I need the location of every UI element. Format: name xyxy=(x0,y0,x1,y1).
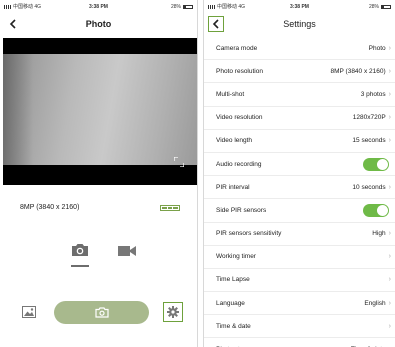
back-button[interactable] xyxy=(208,16,224,32)
settings-list: Camera mode Photo › Photo resolution 8MP (38… xyxy=(204,37,395,347)
settings-row[interactable]: PIR sensors sensitivity High › xyxy=(204,223,395,246)
gear-icon xyxy=(167,306,179,318)
settings-row[interactable]: PIR interval 10 seconds › xyxy=(204,176,395,200)
shutter-button[interactable] xyxy=(54,301,149,324)
camera-icon xyxy=(94,307,109,318)
page-title: Settings xyxy=(283,19,316,29)
settings-row-value: › xyxy=(386,276,391,283)
toggle-switch[interactable] xyxy=(363,203,389,217)
page-title: Photo xyxy=(85,19,112,29)
nav-bar: Photo xyxy=(0,13,197,35)
settings-row-value: High › xyxy=(372,230,391,237)
settings-screen: 中国移动 4G 3:38 PM 28% Settings Camera mode… xyxy=(203,0,395,347)
settings-row-label: Time Lapse xyxy=(216,276,250,284)
settings-row-label: PIR interval xyxy=(216,183,250,191)
settings-row-label: Photo resolution xyxy=(216,67,263,75)
settings-row[interactable]: Photo stampTime & date› xyxy=(204,338,395,347)
battery-icon xyxy=(381,4,391,9)
settings-row-label: PIR sensors sensitivity xyxy=(216,230,282,238)
settings-value-text: High xyxy=(372,230,386,238)
settings-value-text: 15 seconds xyxy=(352,137,386,145)
settings-row[interactable]: Side PIR sensors xyxy=(204,199,395,223)
settings-value-text: 10 seconds xyxy=(352,183,386,191)
settings-value-text: 1280x720P xyxy=(352,114,386,122)
settings-row[interactable]: Video length 15 seconds › xyxy=(204,130,395,153)
chevron-right-icon: › xyxy=(388,276,391,284)
battery-icon xyxy=(183,4,193,9)
settings-row[interactable]: Multi-shot 3 photos › xyxy=(204,83,395,107)
battery-percent: 28% xyxy=(368,3,379,10)
chevron-left-icon xyxy=(9,19,16,29)
settings-row[interactable]: Language English › xyxy=(204,292,395,316)
gallery-icon[interactable] xyxy=(22,306,36,318)
chevron-right-icon: › xyxy=(388,67,391,75)
settings-value-text: 3 photos xyxy=(360,90,386,98)
settings-row-value: English › xyxy=(364,300,391,307)
settings-row-value: 15 seconds › xyxy=(352,137,391,144)
status-time: 3:38 PM xyxy=(89,3,108,10)
settings-row[interactable]: Time Lapse › xyxy=(204,269,395,293)
resolution-label: 8MP (3840 x 2160) xyxy=(20,204,80,211)
chevron-left-icon xyxy=(212,19,219,29)
settings-value-text: Photo xyxy=(368,44,386,52)
active-mode-indicator xyxy=(71,265,89,267)
settings-row-label: Working timer xyxy=(216,253,256,261)
settings-row-value: 8MP (3840 x 2160) › xyxy=(330,68,391,75)
settings-row-label: Video length xyxy=(216,137,253,145)
settings-row[interactable]: Audio recording xyxy=(204,153,395,177)
chevron-right-icon: › xyxy=(388,253,391,261)
settings-row-value: › xyxy=(386,323,391,330)
chevron-right-icon: › xyxy=(388,322,391,330)
chevron-right-icon: › xyxy=(388,114,391,122)
camera-icon[interactable] xyxy=(71,243,89,257)
chevron-right-icon: › xyxy=(388,44,391,52)
settings-row-label: Multi-shot xyxy=(216,90,245,98)
chevron-right-icon: › xyxy=(388,230,391,238)
nav-bar: Settings xyxy=(204,13,395,35)
settings-row-label: Video resolution xyxy=(216,114,263,122)
settings-row-label: Time & date xyxy=(216,322,251,330)
status-bar: 中国移动 4G 3:38 PM 28% xyxy=(0,0,197,13)
settings-value-text: English xyxy=(364,299,386,307)
settings-row-label: Camera mode xyxy=(216,44,258,52)
settings-row-value: › xyxy=(386,253,391,260)
carrier-label: 中国移动 4G xyxy=(13,4,42,10)
settings-row-value: 3 photos › xyxy=(361,91,391,98)
signal-icon xyxy=(208,4,215,9)
settings-row[interactable]: Working timer › xyxy=(204,246,395,269)
battery-percent: 28% xyxy=(170,3,181,10)
camera-battery-icon xyxy=(160,205,180,211)
status-bar: 中国移动 4G 3:38 PM 28% xyxy=(204,0,395,13)
back-button[interactable] xyxy=(6,17,20,31)
chevron-right-icon: › xyxy=(388,183,391,191)
settings-row-value: Photo › xyxy=(369,45,391,52)
fullscreen-icon[interactable] xyxy=(174,157,184,167)
settings-row[interactable]: Video resolution 1280x720P › xyxy=(204,107,395,130)
toggle-switch[interactable] xyxy=(363,157,389,171)
settings-row-label: Language xyxy=(216,299,245,307)
settings-value-text: 8MP (3840 x 2160) xyxy=(330,67,386,75)
settings-row-label: Audio recording xyxy=(216,160,262,168)
settings-row-value: 1280x720P › xyxy=(353,114,391,121)
settings-row[interactable]: Camera mode Photo › xyxy=(204,37,395,61)
video-camera-icon[interactable] xyxy=(118,245,136,257)
settings-button[interactable] xyxy=(163,302,183,322)
chevron-right-icon: › xyxy=(388,299,391,307)
settings-row-value: 10 seconds › xyxy=(352,184,391,191)
preview-image xyxy=(3,54,197,165)
carrier-label: 中国移动 4G xyxy=(217,4,246,10)
photo-screen: 中国移动 4G 3:38 PM 28% Photo 8MP (3840 x 21… xyxy=(0,0,198,347)
chevron-right-icon: › xyxy=(388,137,391,145)
settings-row-label: Side PIR sensors xyxy=(216,206,267,214)
settings-row[interactable]: Photo resolution 8MP (3840 x 2160) › xyxy=(204,60,395,84)
signal-icon xyxy=(4,4,11,9)
status-time: 3:38 PM xyxy=(290,3,309,10)
chevron-right-icon: › xyxy=(388,90,391,98)
settings-row[interactable]: Time & date › xyxy=(204,315,395,339)
